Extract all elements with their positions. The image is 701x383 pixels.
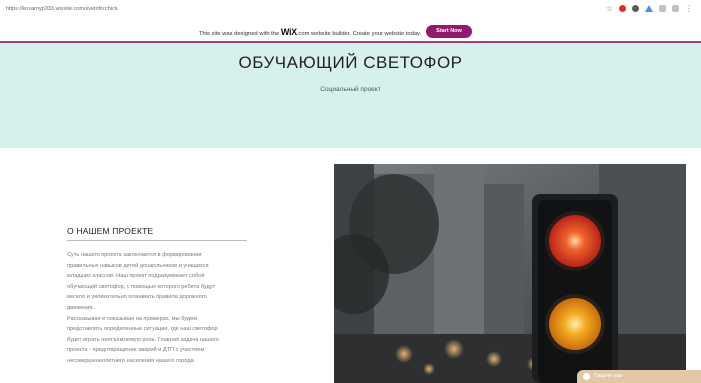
star-icon[interactable]: ☆ [606, 5, 613, 13]
about-line: движения. [67, 304, 95, 311]
wix-promo-banner: This site was designed with the WiX.com … [0, 22, 701, 43]
opera-icon[interactable] [619, 5, 626, 12]
url-field[interactable]: https://kovarnyp333.wixsite.com/svetofor… [6, 6, 118, 12]
about-line: весело и увлекательно познавать правила … [67, 294, 207, 301]
about-line: проекта - предотвращение аварий и ДТП с … [67, 347, 205, 354]
browser-toolbar-icons: ☆ ⋮ [606, 5, 693, 13]
chat-widget[interactable]: Пишите нам [577, 370, 701, 383]
wix-logo[interactable]: WiX [281, 27, 297, 37]
account-icon[interactable] [632, 5, 639, 12]
about-line: младших классов. Наш проект подразумевае… [67, 273, 205, 280]
about-divider [67, 240, 247, 241]
about-line: Суть нашего проекта заключается в формир… [67, 252, 202, 258]
browser-address-bar: https://kovarnyp333.wixsite.com/svetofor… [0, 0, 701, 23]
wix-text-before: This site was designed with the [199, 31, 281, 37]
wix-promo-text: This site was designed with the WiX.com … [199, 27, 421, 37]
about-line: Рассказывая и показывая на примерах, мы … [67, 315, 198, 322]
page: https://kovarnyp333.wixsite.com/svetofor… [0, 0, 701, 383]
page-title: ОБУЧАЮЩИЙ СВЕТОФОР [238, 53, 463, 72]
about-line: правильных навыков детей дошкольников и … [67, 262, 209, 269]
sync-icon[interactable] [659, 5, 666, 12]
traffic-light-illustration [334, 164, 686, 383]
about-heading: О НАШЕМ ПРОЕКТЕ [67, 226, 154, 236]
chat-icon [583, 373, 590, 380]
extension-icon[interactable] [645, 5, 653, 12]
about-line: обучающий светофор, с помощью которого р… [67, 283, 216, 290]
hero-section: ОБУЧАЮЩИЙ СВЕТОФОР Социальный проект [0, 43, 701, 148]
about-line: представлять определенные ситуации, где … [67, 326, 218, 333]
about-line: несовершеннолетнего населения нашего гор… [67, 357, 196, 364]
about-line: будет играть неотъемлемую роль. Главная … [67, 336, 219, 343]
page-subtitle: Социальный проект [320, 86, 381, 93]
chat-label: Пишите нам [594, 373, 623, 379]
start-now-button[interactable]: Start Now [426, 25, 472, 38]
wix-text-after: .com website builder. Create your websit… [296, 31, 422, 37]
menu-icon[interactable]: ⋮ [685, 5, 693, 13]
traffic-light-photo [334, 164, 686, 383]
about-text: Суть нашего проекта заключается в формир… [67, 250, 263, 367]
puzzle-icon[interactable] [672, 5, 679, 12]
